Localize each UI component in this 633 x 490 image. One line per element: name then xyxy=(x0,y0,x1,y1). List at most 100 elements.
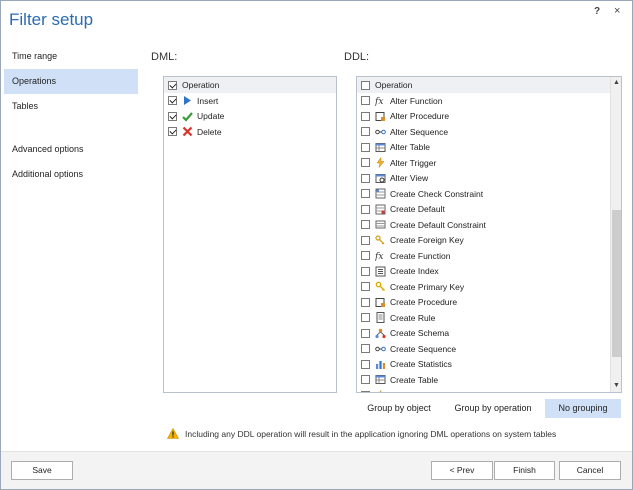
checkmark-icon xyxy=(182,111,193,122)
ddl-item-label: Alter Sequence xyxy=(390,126,449,137)
dml-item-label: Insert xyxy=(197,95,219,106)
ddl-item-label: Create Foreign Key xyxy=(390,235,464,246)
ddl-item-checkbox[interactable] xyxy=(361,235,370,245)
foreign-key-icon xyxy=(375,235,386,246)
svg-text:fx: fx xyxy=(375,97,383,106)
ddl-item-checkbox[interactable] xyxy=(361,142,370,152)
ddl-list-item[interactable]: Create Statistics xyxy=(357,357,610,373)
ddl-list-item[interactable]: Alter View xyxy=(357,171,610,187)
prev-button[interactable]: < Prev xyxy=(431,461,493,480)
ddl-item-checkbox[interactable] xyxy=(361,328,370,338)
ddl-item-checkbox[interactable] xyxy=(361,204,370,214)
ddl-item-checkbox[interactable] xyxy=(361,375,370,385)
ddl-item-label: Create Function xyxy=(390,250,451,261)
dml-header-label: Operation xyxy=(182,80,220,90)
group-by-object-button[interactable]: Group by object xyxy=(360,399,438,418)
ddl-header[interactable]: Operation xyxy=(357,77,610,93)
ddl-list-item[interactable]: Create Schema xyxy=(357,326,610,342)
sidebar-item-advanced-options[interactable]: Advanced options xyxy=(4,137,138,162)
group-by-operation-button[interactable]: Group by operation xyxy=(446,399,540,418)
warning-text: Including any DDL operation will result … xyxy=(185,428,557,439)
ddl-item-label: Create Rule xyxy=(390,312,436,323)
warning-message: Including any DDL operation will result … xyxy=(167,428,556,439)
dml-list-item[interactable]: Update xyxy=(164,109,336,125)
close-button[interactable]: × xyxy=(614,5,620,17)
ddl-item-checkbox[interactable] xyxy=(361,344,370,354)
ddl-header-label: Operation xyxy=(375,80,413,90)
sequence-icon xyxy=(375,343,386,354)
dml-item-checkbox[interactable] xyxy=(168,111,177,121)
ddl-item-checkbox[interactable] xyxy=(361,266,370,276)
finish-button[interactable]: Finish xyxy=(494,461,555,480)
ddl-item-label: Alter Procedure xyxy=(390,111,450,122)
ddl-list-item[interactable]: Alter Sequence xyxy=(357,124,610,140)
ddl-scrollbar[interactable]: ▲ ▼ xyxy=(610,77,621,392)
scroll-thumb[interactable] xyxy=(612,210,621,357)
sidebar-item-operations[interactable]: Operations xyxy=(4,69,138,94)
dml-header[interactable]: Operation xyxy=(164,77,336,93)
help-button[interactable]: ? xyxy=(594,6,600,17)
ddl-item-label: Alter Function xyxy=(390,95,443,106)
ddl-item-checkbox[interactable] xyxy=(361,251,370,261)
ddl-item-checkbox[interactable] xyxy=(361,111,370,121)
ddl-list-item[interactable]: Create Default xyxy=(357,202,610,218)
ddl-item-checkbox[interactable] xyxy=(361,158,370,168)
ddl-list-item[interactable]: Create Table xyxy=(357,372,610,388)
ddl-list-item[interactable]: Alter Table xyxy=(357,140,610,156)
ddl-list-item[interactable]: fx Create Function xyxy=(357,248,610,264)
ddl-item-checkbox[interactable] xyxy=(361,297,370,307)
dialog-title: Filter setup xyxy=(9,10,94,29)
ddl-list-item[interactable]: Create Trigger xyxy=(357,388,610,392)
ddl-list-item[interactable]: Create Check Constraint xyxy=(357,186,610,202)
ddl-item-label: Alter View xyxy=(390,173,429,184)
ddl-item-checkbox[interactable] xyxy=(361,359,370,369)
dml-item-label: Delete xyxy=(197,126,222,137)
ddl-item-checkbox[interactable] xyxy=(361,390,370,392)
table-icon xyxy=(375,374,386,385)
sidebar-item-tables[interactable]: Tables xyxy=(4,94,138,119)
ddl-list-item[interactable]: Create Default Constraint xyxy=(357,217,610,233)
cancel-button[interactable]: Cancel xyxy=(559,461,621,480)
ddl-list-item[interactable]: Alter Procedure xyxy=(357,109,610,125)
sequence-icon xyxy=(375,126,386,137)
ddl-item-checkbox[interactable] xyxy=(361,313,370,323)
ddl-list-item[interactable]: Create Index xyxy=(357,264,610,280)
ddl-list-item[interactable]: Create Primary Key xyxy=(357,279,610,295)
ddl-label: DDL: xyxy=(344,51,370,63)
dml-item-checkbox[interactable] xyxy=(168,127,177,137)
ddl-list-item[interactable]: Create Sequence xyxy=(357,341,610,357)
ddl-list-item[interactable]: Create Foreign Key xyxy=(357,233,610,249)
ddl-item-checkbox[interactable] xyxy=(361,189,370,199)
ddl-list-item[interactable]: Create Rule xyxy=(357,310,610,326)
ddl-list-item[interactable]: Create Procedure xyxy=(357,295,610,311)
schema-icon xyxy=(375,328,386,339)
ddl-item-checkbox[interactable] xyxy=(361,282,370,292)
dml-item-label: Update xyxy=(197,111,225,122)
sidebar-item-time-range[interactable]: Time range xyxy=(4,44,138,69)
ddl-item-checkbox[interactable] xyxy=(361,127,370,137)
ddl-item-checkbox[interactable] xyxy=(361,173,370,183)
check-constraint-icon xyxy=(375,188,386,199)
ddl-item-checkbox[interactable] xyxy=(361,220,370,230)
sidebar-nav: Time range Operations Tables Advanced op… xyxy=(4,44,138,187)
ddl-item-checkbox[interactable] xyxy=(361,96,370,106)
save-button[interactable]: Save xyxy=(11,461,73,480)
ddl-list-item[interactable]: fx Alter Function xyxy=(357,93,610,109)
sidebar-item-additional-options[interactable]: Additional options xyxy=(4,162,138,187)
ddl-item-label: Create Procedure xyxy=(390,297,458,308)
table-icon xyxy=(375,142,386,153)
scroll-up-arrow-icon[interactable]: ▲ xyxy=(611,78,621,88)
ddl-item-label: Alter Table xyxy=(390,142,431,153)
ddl-item-label: Create Check Constraint xyxy=(390,188,484,199)
ddl-item-label: Create Trigger xyxy=(390,390,444,392)
no-grouping-button[interactable]: No grouping xyxy=(545,399,621,418)
dml-list-item[interactable]: Insert xyxy=(164,93,336,109)
ddl-select-all-checkbox[interactable] xyxy=(361,80,370,90)
dml-select-all-checkbox[interactable] xyxy=(168,80,177,90)
dml-list-item[interactable]: Delete xyxy=(164,124,336,140)
ddl-item-label: Create Table xyxy=(390,374,439,385)
scroll-down-arrow-icon[interactable]: ▼ xyxy=(611,381,621,391)
procedure-icon xyxy=(375,297,386,308)
dml-item-checkbox[interactable] xyxy=(168,96,177,106)
ddl-list-item[interactable]: Alter Trigger xyxy=(357,155,610,171)
